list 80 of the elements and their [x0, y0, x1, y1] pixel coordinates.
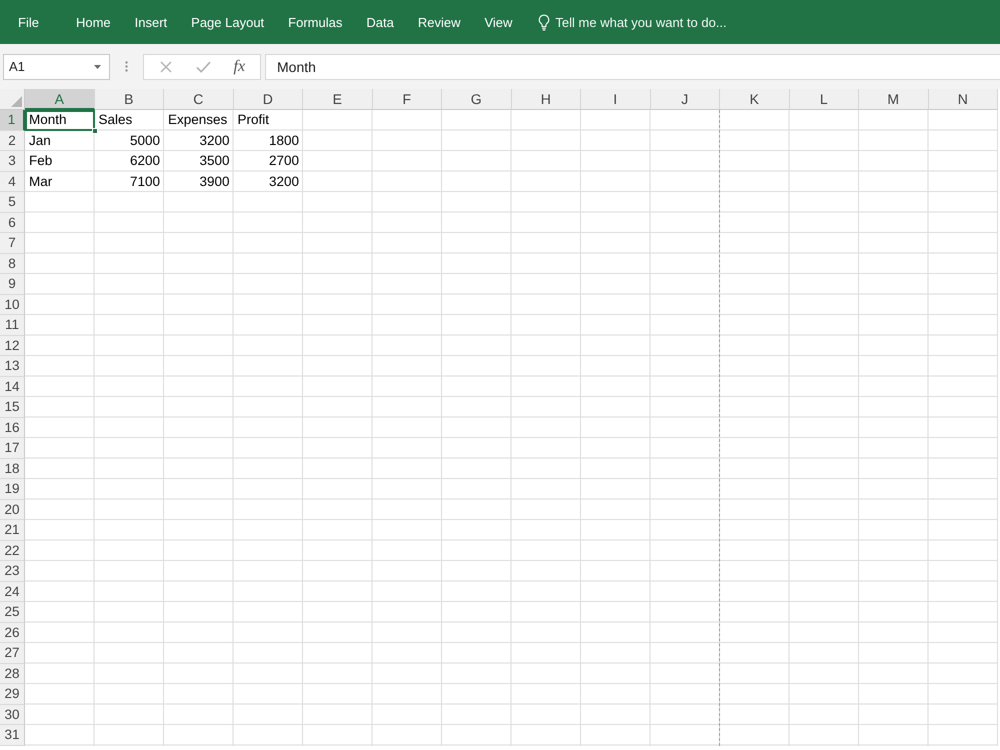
table-cell[interactable]: Jan — [25, 130, 94, 151]
row-header[interactable]: 18 — [0, 458, 25, 479]
row-header[interactable]: 12 — [0, 336, 25, 356]
ribbon-tab[interactable]: Data — [354, 10, 406, 34]
row-header[interactable]: 15 — [0, 397, 25, 418]
table-cell[interactable]: Expenses — [164, 110, 234, 130]
table-cell[interactable]: 3900 — [164, 172, 234, 192]
column-header[interactable]: E — [303, 89, 372, 110]
row-header[interactable]: 22 — [0, 540, 25, 561]
tell-me-search[interactable]: Tell me what you want to do... — [534, 10, 731, 34]
ribbon-tab[interactable]: Formulas — [276, 10, 354, 34]
column-header[interactable]: L — [790, 89, 859, 110]
column-header[interactable]: D — [234, 89, 303, 110]
table-cell[interactable]: Sales — [94, 110, 164, 130]
row-header[interactable]: 11 — [0, 315, 25, 336]
row-header[interactable]: 26 — [0, 622, 25, 643]
triangle-icon — [11, 96, 22, 107]
select-all-button[interactable] — [0, 89, 25, 110]
column-header[interactable]: C — [164, 89, 234, 110]
row-header[interactable]: 17 — [0, 438, 25, 458]
row-header[interactable]: 6 — [0, 212, 25, 233]
table-cell[interactable]: Profit — [234, 110, 303, 130]
table-cell[interactable]: 3200 — [234, 172, 303, 192]
row-header[interactable]: 10 — [0, 294, 25, 315]
lightbulb-icon — [538, 14, 550, 30]
table-cell[interactable]: 3200 — [164, 130, 234, 151]
row-header[interactable]: 16 — [0, 418, 25, 438]
table-cell[interactable]: 6200 — [94, 151, 164, 172]
name-box[interactable]: A1 — [3, 54, 110, 80]
row-header[interactable]: 20 — [0, 500, 25, 520]
ribbon-tab[interactable]: View — [472, 10, 524, 34]
row-header[interactable]: 29 — [0, 684, 25, 704]
column-header[interactable]: B — [94, 89, 164, 110]
table-cell[interactable]: 3500 — [164, 151, 234, 172]
row-header[interactable]: 4 — [0, 172, 25, 192]
row-header[interactable]: 23 — [0, 561, 25, 582]
column-header[interactable]: I — [581, 89, 650, 110]
table-cell[interactable]: 1800 — [234, 130, 303, 151]
row-header[interactable]: 21 — [0, 520, 25, 540]
column-header[interactable]: N — [928, 89, 998, 110]
cross-icon — [160, 60, 172, 72]
check-icon — [196, 60, 211, 72]
column-header[interactable]: J — [650, 89, 720, 110]
row-header[interactable]: 19 — [0, 479, 25, 500]
column-header[interactable]: K — [720, 89, 790, 110]
row-header[interactable]: 9 — [0, 274, 25, 294]
row-header[interactable]: 30 — [0, 704, 25, 725]
ribbon-tab[interactable]: Page Layout — [179, 10, 276, 34]
ribbon-tab[interactable]: Insert — [122, 10, 180, 34]
row-header[interactable]: 1 — [0, 110, 25, 130]
row-header[interactable]: 31 — [0, 725, 25, 746]
table-cell[interactable]: 5000 — [94, 130, 164, 151]
table-cell[interactable]: 7100 — [94, 172, 164, 192]
vertical-dots-icon — [125, 61, 128, 72]
row-header[interactable]: 2 — [0, 130, 25, 151]
row-header[interactable]: 27 — [0, 643, 25, 664]
row-header[interactable]: 3 — [0, 151, 25, 172]
row-header[interactable]: 28 — [0, 664, 25, 684]
table-cell[interactable]: 2700 — [234, 151, 303, 172]
column-header[interactable]: F — [372, 89, 442, 110]
row-header[interactable]: 5 — [0, 192, 25, 212]
caret-icon — [94, 64, 101, 68]
column-header[interactable]: G — [442, 89, 512, 110]
ribbon-tab[interactable]: Home — [64, 10, 123, 34]
row-header[interactable]: 8 — [0, 254, 25, 274]
row-header[interactable]: 14 — [0, 376, 25, 397]
ribbon-tab[interactable]: Review — [406, 10, 472, 34]
table-cell[interactable]: Feb — [25, 151, 94, 172]
formula-field[interactable]: Month — [265, 54, 1000, 80]
column-header[interactable]: H — [512, 89, 581, 110]
column-header[interactable]: A — [25, 89, 94, 110]
ribbon-tab[interactable]: File — [6, 10, 51, 34]
row-header[interactable]: 7 — [0, 233, 25, 254]
column-header[interactable]: M — [859, 89, 928, 110]
row-header[interactable]: 13 — [0, 356, 25, 376]
row-header[interactable]: 25 — [0, 602, 25, 622]
table-cell[interactable]: Mar — [25, 172, 94, 192]
row-header[interactable]: 24 — [0, 582, 25, 602]
table-cell[interactable]: Month — [25, 110, 94, 130]
insert-function-button[interactable]: fx — [232, 58, 248, 76]
